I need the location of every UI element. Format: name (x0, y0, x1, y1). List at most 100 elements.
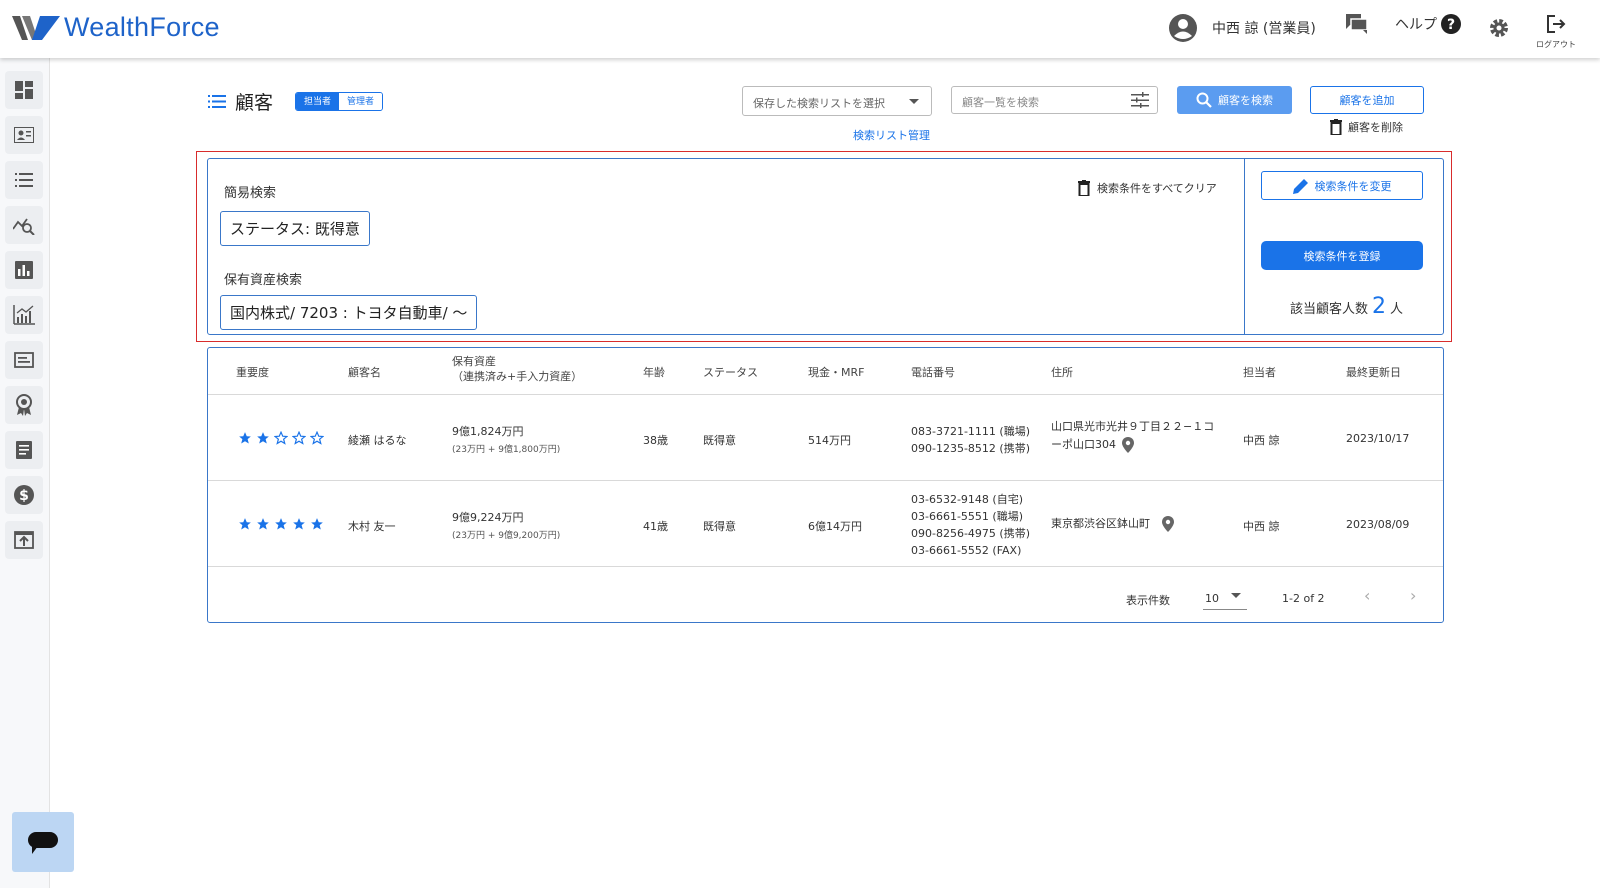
table-header: 重要度 顧客名 保有資産 （連携済み+手入力資産） 年齢 ステータス 現金・MR… (208, 348, 1443, 395)
analytics-search-icon (13, 218, 35, 235)
logout-icon (1547, 15, 1566, 33)
clear-all-label: 検索条件をすべてクリア (1097, 182, 1217, 195)
saved-search-select[interactable]: 保存した検索リストを選択 (742, 86, 932, 116)
star-filled-icon[interactable] (256, 431, 270, 445)
importance-stars[interactable] (238, 517, 324, 531)
sidebar-item-awards[interactable] (5, 386, 43, 424)
table-row[interactable]: 木村 友一 9億9,224万円 (23万円 + 9億9,200万円) 41歳 既… (208, 481, 1443, 567)
delete-customer-button[interactable]: 顧客を削除 (1330, 119, 1403, 135)
star-filled-icon[interactable] (310, 517, 324, 531)
chevron-left-icon[interactable]: ‹ (1364, 586, 1370, 605)
holding-assets: 9億1,824万円 (23万円 + 9億1,800万円) (452, 423, 560, 455)
star-filled-icon[interactable] (238, 517, 252, 531)
assets-total: 9億9,224万円 (452, 511, 524, 524)
search-conditions-panel: 簡易検索 ステータス: 既得意 保有資産検索 国内株式/ 7203 : トヨタ自… (207, 158, 1444, 335)
status: 既得意 (703, 434, 736, 447)
col-age[interactable]: 年齢 (643, 364, 665, 380)
rows-per-page-value: 10 (1205, 592, 1219, 605)
trash-icon (1078, 180, 1090, 196)
star-filled-icon[interactable] (274, 517, 288, 531)
settings-button[interactable] (1488, 17, 1510, 39)
role-tab-owner[interactable]: 担当者 (296, 93, 340, 110)
logo-mark-icon (12, 15, 60, 40)
help-button[interactable]: ヘルプ ? (1395, 14, 1461, 34)
matching-customer-count: 該当顧客人数 2 人 (1290, 294, 1403, 319)
cash-mrf: 514万円 (808, 434, 851, 447)
col-assets[interactable]: 保有資産 （連携済み+手入力資産） (452, 354, 582, 384)
count-unit: 人 (1390, 302, 1404, 317)
edit-conditions-button[interactable]: 検索条件を変更 (1261, 171, 1423, 200)
search-customers-button[interactable]: 顧客を検索 (1177, 86, 1292, 114)
phone-line: 03-6661-5551 (職場) (911, 510, 1024, 523)
gear-icon (1490, 19, 1508, 37)
brand-logo[interactable]: WealthForce (12, 12, 220, 43)
customer-table: 重要度 顧客名 保有資産 （連携済み+手入力資産） 年齢 ステータス 現金・MR… (207, 347, 1444, 623)
sidebar-item-reports[interactable] (5, 251, 43, 289)
table-row[interactable]: 綾瀬 はるな 9億1,824万円 (23万円 + 9億1,800万円) 38歳 … (208, 395, 1443, 481)
map-pin-icon[interactable] (1121, 437, 1134, 453)
col-owner[interactable]: 担当者 (1243, 364, 1276, 380)
star-filled-icon[interactable] (238, 431, 252, 445)
user-menu[interactable]: 中西 諒 (営業員) (1168, 13, 1316, 43)
dashboard-icon (15, 81, 33, 99)
col-name[interactable]: 顧客名 (348, 364, 381, 380)
messages-button[interactable] (1346, 14, 1368, 34)
role-toggle[interactable]: 担当者 管理者 (295, 92, 384, 111)
importance-stars[interactable] (238, 431, 324, 445)
age: 41歳 (643, 520, 668, 533)
dollar-icon: $ (14, 485, 34, 505)
help-label: ヘルプ (1395, 17, 1437, 33)
delete-button-label: 顧客を削除 (1348, 121, 1403, 134)
panel-divider (1244, 159, 1245, 334)
tune-icon[interactable] (1131, 92, 1149, 108)
col-importance[interactable]: 重要度 (236, 364, 269, 380)
chevron-right-icon[interactable]: › (1410, 586, 1416, 605)
asset-filter-chip[interactable]: 国内株式/ 7203 : トヨタ自動車/ 〜 (220, 295, 478, 330)
sidebar-item-customers[interactable] (5, 161, 43, 199)
sidebar-item-performance[interactable] (5, 296, 43, 334)
customer-name[interactable]: 木村 友一 (348, 518, 396, 534)
rows-per-page-select[interactable]: 10 (1203, 588, 1247, 610)
sidebar-item-dashboard[interactable] (5, 71, 43, 109)
chat-support-button[interactable] (12, 812, 74, 872)
col-phone[interactable]: 電話番号 (911, 364, 955, 380)
sidebar-item-analysis[interactable] (5, 206, 43, 244)
register-conditions-button[interactable]: 検索条件を登録 (1261, 241, 1423, 270)
sidebar-item-cards[interactable] (5, 341, 43, 379)
sidebar-item-finance[interactable]: $ (5, 476, 43, 514)
col-cash[interactable]: 現金・MRF (808, 364, 864, 380)
star-outline-icon[interactable] (292, 431, 306, 445)
map-pin-icon[interactable] (1161, 516, 1174, 532)
svg-text:$: $ (19, 488, 29, 504)
col-status[interactable]: ステータス (703, 364, 758, 380)
customer-search-input[interactable]: 顧客一覧を検索 (951, 86, 1158, 114)
sidebar-item-contacts[interactable] (5, 116, 43, 154)
account-icon (1169, 14, 1197, 42)
search-list-manage-link[interactable]: 検索リスト管理 (853, 127, 930, 143)
asset-search-label: 保有資産検索 (224, 273, 303, 288)
customer-name[interactable]: 綾瀬 はるな (348, 432, 407, 448)
pencil-icon (1292, 178, 1308, 194)
phone-line: 090-8256-4975 (携帯) (911, 527, 1031, 540)
col-address[interactable]: 住所 (1051, 364, 1073, 380)
bar-chart-icon (15, 261, 33, 279)
chevron-down-icon (909, 99, 919, 104)
role-tab-admin[interactable]: 管理者 (339, 93, 383, 110)
star-filled-icon[interactable] (256, 517, 270, 531)
logout-button[interactable]: ログアウト (1534, 14, 1578, 50)
sidebar-item-export[interactable] (5, 521, 43, 559)
add-customer-button[interactable]: 顧客を追加 (1310, 86, 1424, 114)
star-outline-icon[interactable] (310, 431, 324, 445)
card-icon (14, 352, 34, 368)
owner: 中西 諒 (1243, 434, 1280, 447)
star-outline-icon[interactable] (274, 431, 288, 445)
phone-line: 090-1235-8512 (携帯) (911, 442, 1031, 455)
sidebar-item-documents[interactable] (5, 431, 43, 469)
col-updated[interactable]: 最終更新日 (1346, 364, 1401, 380)
count-label: 該当顧客人数 (1290, 302, 1369, 317)
clear-all-conditions-button[interactable]: 検索条件をすべてクリア (1078, 180, 1217, 196)
page-title: 顧客 (208, 88, 273, 115)
star-filled-icon[interactable] (292, 517, 306, 531)
status-filter-chip[interactable]: ステータス: 既得意 (220, 211, 370, 246)
search-icon (1196, 92, 1212, 108)
